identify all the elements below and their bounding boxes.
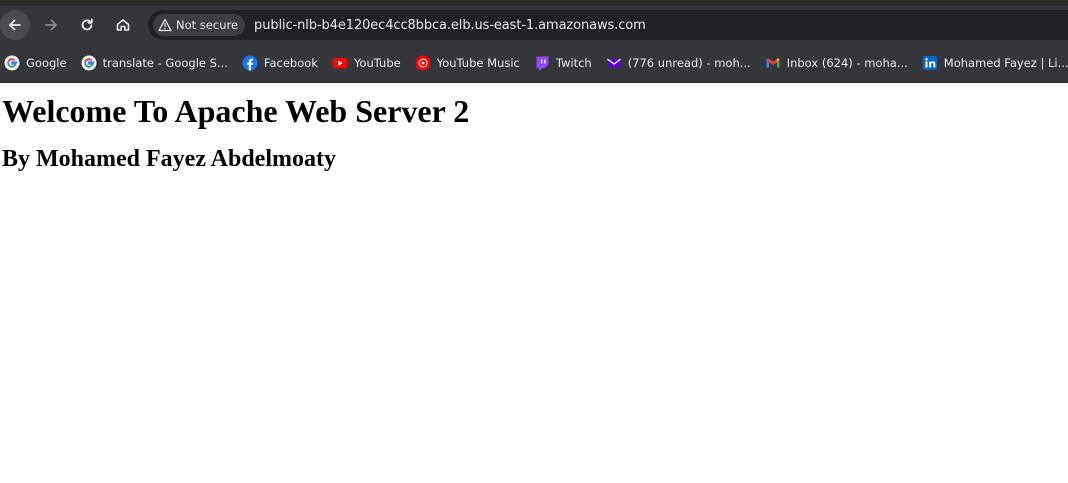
url-text[interactable]: public-nlb-b4e120ec4cc8bbca.elb.us-east-… [254,18,646,33]
gmail-icon [765,55,781,71]
bookmark-label: Facebook [263,56,318,70]
bookmark-label: Google [26,56,67,70]
bookmark-label: Twitch [555,56,592,70]
security-indicator[interactable]: Not secure [153,14,246,36]
arrow-left-icon [9,19,21,31]
bookmark-facebook[interactable]: Facebook [242,55,318,71]
bookmark-youtube[interactable]: YouTube [332,55,401,71]
reload-button[interactable] [72,10,102,40]
security-label: Not secure [176,18,239,32]
google-icon [81,55,97,71]
bookmark-google[interactable]: Google [4,55,67,71]
youtube-icon [332,55,348,71]
forward-button[interactable] [36,10,66,40]
warning-triangle-icon [158,18,172,32]
bookmark-label: Inbox (624) - moha... [786,56,908,70]
bookmarks-bar: Google translate - Google S... Facebook … [0,44,1068,83]
browser-window: Not secure public-nlb-b4e120ec4cc8bbca.e… [0,0,1068,483]
linkedin-icon [922,55,938,71]
page-heading: Welcome To Apache Web Server 2 [2,93,470,129]
address-bar[interactable]: Not secure public-nlb-b4e120ec4cc8bbca.e… [148,10,1068,40]
google-icon [4,55,20,71]
bookmark-twitch[interactable]: Twitch [534,55,592,71]
bookmark-linkedin[interactable]: Mohamed Fayez | Li... [922,55,1068,71]
bookmark-label: Mohamed Fayez | Li... [943,56,1068,70]
arrow-right-icon [45,19,57,31]
bookmark-label: translate - Google S... [102,56,228,70]
home-icon [116,19,130,31]
yahoo-mail-icon [606,55,622,71]
facebook-icon [242,55,258,71]
back-button[interactable] [0,10,30,40]
home-button[interactable] [108,10,138,40]
reload-icon [81,18,93,31]
page-content: Welcome To Apache Web Server 2 By Mohame… [0,94,1068,172]
bookmark-gmail[interactable]: Inbox (624) - moha... [765,55,908,71]
twitch-icon [534,55,550,71]
page-subheading: By Mohamed Fayez Abdelmoaty [2,146,336,172]
bookmark-translate[interactable]: translate - Google S... [81,55,228,71]
bookmark-youtube-music[interactable]: YouTube Music [415,55,520,71]
bookmark-label: YouTube Music [436,56,520,70]
bookmark-yahoo-mail[interactable]: (776 unread) - moh... [606,55,751,71]
bookmark-label: (776 unread) - moh... [627,56,751,70]
youtube-music-icon [415,55,431,71]
bookmark-label: YouTube [353,56,401,70]
browser-toolbar: Not secure public-nlb-b4e120ec4cc8bbca.e… [0,6,1068,44]
